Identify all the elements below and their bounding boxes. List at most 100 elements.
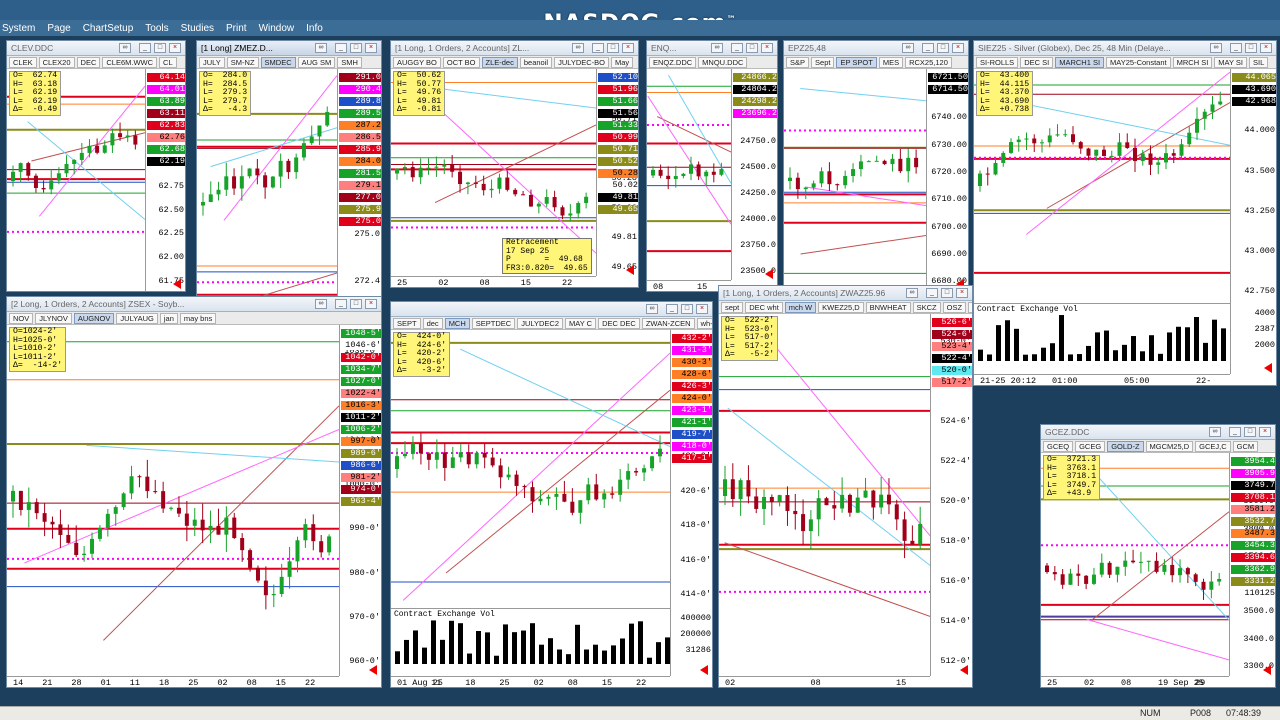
window-title[interactable] <box>391 302 712 317</box>
maximize-icon[interactable]: □ <box>1244 427 1256 437</box>
symbol-tab[interactable]: CLEK <box>9 57 37 68</box>
menu-page[interactable]: Page <box>47 23 70 34</box>
symbol-tab[interactable]: OCT BO <box>442 57 480 68</box>
symbol-tab[interactable]: MCH <box>444 318 470 329</box>
close-icon[interactable]: × <box>956 288 968 298</box>
symbol-tab[interactable]: JLYNOV <box>35 313 72 324</box>
menu-window[interactable]: Window <box>259 23 295 34</box>
symbol-tab[interactable]: JULYAUG <box>116 313 158 324</box>
menu-studies[interactable]: Studies <box>181 23 214 34</box>
date-axis[interactable]: 01 Aug 25 11 18 25 02 08 15 22 <box>391 676 670 687</box>
symbol-tab[interactable]: ZLE-dec <box>481 57 518 68</box>
menu-info[interactable]: Info <box>306 23 323 34</box>
symbol-tab[interactable]: RCX25,120 <box>905 57 952 68</box>
symbol-tab[interactable]: SEPTDEC <box>471 318 516 329</box>
chart-window-enq[interactable]: ENQ..._□×∞ENQZ.DDCMNQU.DDC25250.025000.0… <box>646 40 778 292</box>
symbol-tab[interactable]: S&P <box>786 57 810 68</box>
chart-window-zwa[interactable]: [1 Long, 1 Orders, 2 Accounts] ZWAZ25.96… <box>718 285 973 688</box>
scroll-right-icon[interactable] <box>960 665 968 675</box>
symbol-tab[interactable]: AUGNOV <box>73 313 115 324</box>
scroll-right-icon[interactable] <box>626 265 634 275</box>
price-chart[interactable] <box>719 314 930 678</box>
minimize-icon[interactable]: _ <box>1229 427 1241 437</box>
scroll-right-icon[interactable] <box>1264 363 1272 373</box>
maximize-icon[interactable]: □ <box>1245 43 1257 53</box>
price-chart[interactable] <box>7 325 339 678</box>
symbol-tab[interactable]: KWEZ25,D <box>818 302 864 313</box>
close-icon[interactable]: × <box>1260 43 1272 53</box>
symbol-tab[interactable]: GCM <box>1232 441 1259 452</box>
symbol-tab[interactable]: MARCH1 SI <box>1055 57 1105 68</box>
link-icon[interactable]: ∞ <box>646 304 658 314</box>
menu-print[interactable]: Print <box>226 23 247 34</box>
symbol-tab[interactable]: OSZ <box>942 302 967 313</box>
symbol-tab[interactable]: MGCM25,D <box>1145 441 1194 452</box>
symbol-tab[interactable]: GCEJ,C <box>1195 441 1231 452</box>
minimize-icon[interactable]: _ <box>592 43 604 53</box>
symbol-tab[interactable]: CLE6M.WWC <box>102 57 158 68</box>
close-icon[interactable]: × <box>365 299 377 309</box>
symbol-tab[interactable]: JULYDEC2 <box>517 318 564 329</box>
symbol-tab[interactable]: DEC <box>76 57 101 68</box>
close-icon[interactable]: × <box>169 43 181 53</box>
maximize-icon[interactable]: □ <box>681 304 693 314</box>
chart-window-ep[interactable]: EPZ25,48 _ □ × ∞ S&P Sept EP SPOT MES RCX25,120 67… <box>783 40 969 292</box>
chart-window-zs[interactable]: [2 Long, 1 Orders, 2 Accounts] ZSEX - So… <box>6 296 382 688</box>
symbol-tab[interactable]: SMH <box>337 57 362 68</box>
close-icon[interactable]: × <box>1259 427 1271 437</box>
close-icon[interactable]: × <box>952 43 964 53</box>
symbol-tab[interactable]: MES <box>878 57 904 68</box>
minimize-icon[interactable]: _ <box>926 288 938 298</box>
price-axis[interactable]: 6750.006740.006730.006720.006710.006700.… <box>926 69 968 291</box>
close-icon[interactable]: × <box>365 43 377 53</box>
close-icon[interactable]: × <box>622 43 634 53</box>
link-icon[interactable]: ∞ <box>1210 43 1222 53</box>
symbol-tab[interactable]: Sept <box>811 57 835 68</box>
chart-window-zc[interactable]: _ □ × ∞ SEPT dec MCH SEPTDEC JULYDEC2 MAY C DEC DE… <box>390 301 713 688</box>
symbol-tab[interactable]: AUG SM <box>297 57 336 68</box>
symbol-tab[interactable]: dec <box>422 318 443 329</box>
symbol-tab[interactable]: ZWAN-ZCEN <box>641 318 695 329</box>
link-icon[interactable]: ∞ <box>906 288 918 298</box>
price-chart[interactable] <box>784 69 926 292</box>
scroll-right-icon[interactable] <box>765 269 773 279</box>
symbol-tab[interactable]: sept <box>721 302 744 313</box>
symbol-tab[interactable]: GOLD-Z <box>1107 441 1144 452</box>
symbol-tab[interactable]: CLEX20 <box>38 57 75 68</box>
price-axis[interactable]: 44.50044.00043.50043.25043.00042.75044.0… <box>1230 69 1276 374</box>
minimize-icon[interactable]: _ <box>139 43 151 53</box>
minimize-icon[interactable]: _ <box>1230 43 1242 53</box>
chart-window-zl[interactable]: [1 Long, 1 Orders, 2 Accounts] ZL... _ □ × ∞… <box>390 40 639 288</box>
link-icon[interactable]: ∞ <box>1209 427 1221 437</box>
price-axis[interactable]: 25250.025000.024750.024500.024250.024000… <box>731 69 777 280</box>
minimize-icon[interactable]: _ <box>335 43 347 53</box>
symbol-tab[interactable]: GCEG <box>1075 441 1106 452</box>
symbol-tab[interactable]: wh-ch <box>696 318 712 329</box>
symbol-tab[interactable]: DEC SI <box>1020 57 1054 68</box>
symbol-tab[interactable]: DEC wht <box>745 302 783 313</box>
symbol-tab[interactable]: GCEQ <box>1043 441 1074 452</box>
symbol-tab[interactable]: AUGGY BO <box>393 57 441 68</box>
date-axis[interactable]: 25 02 08 15 22 <box>391 276 596 287</box>
symbol-tab[interactable]: jan <box>159 313 178 324</box>
symbol-tab[interactable]: JULY <box>199 57 225 68</box>
symbol-tab[interactable]: may bns <box>179 313 217 324</box>
chart-window-sie[interactable]: SIEZ25 - Silver (Globex), Dec 25, 48 Min… <box>973 40 1277 386</box>
date-axis[interactable]: 14 21 28 01 11 18 25 02 08 15 22 <box>7 676 339 687</box>
maximize-icon[interactable]: □ <box>746 43 758 53</box>
symbol-tab[interactable]: SKCZ <box>912 302 941 313</box>
date-axis[interactable]: 02 08 15 08:30 <box>719 676 930 687</box>
symbol-tab[interactable]: NOV <box>9 313 34 324</box>
maximize-icon[interactable]: □ <box>941 288 953 298</box>
close-icon[interactable]: × <box>761 43 773 53</box>
maximize-icon[interactable]: □ <box>154 43 166 53</box>
menu-system[interactable]: System <box>2 23 35 34</box>
symbol-tab[interactable]: SIL <box>1249 57 1269 68</box>
symbol-tab[interactable]: mch W <box>784 302 817 313</box>
symbol-tab[interactable]: SM-NZ <box>226 57 259 68</box>
symbol-tab[interactable]: SMDEC <box>260 57 296 68</box>
link-icon[interactable]: ∞ <box>315 43 327 53</box>
menu-tools[interactable]: Tools <box>145 23 168 34</box>
symbol-tab[interactable]: MRCH SI <box>1172 57 1213 68</box>
symbol-tab[interactable]: beanoil <box>519 57 553 68</box>
